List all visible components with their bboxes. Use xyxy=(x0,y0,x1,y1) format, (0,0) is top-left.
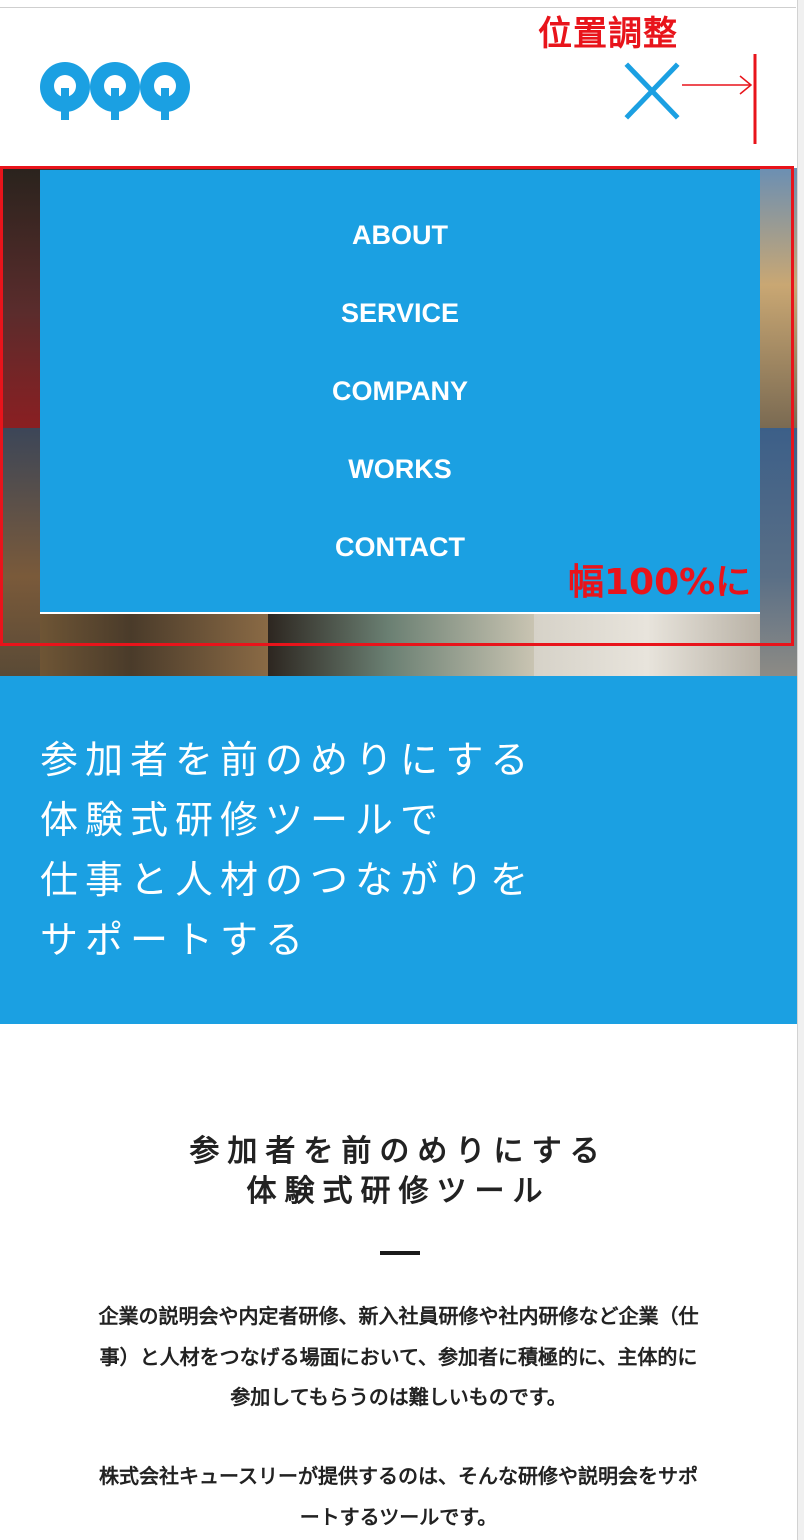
site-logo[interactable] xyxy=(40,58,192,120)
catch-copy-section: 参加者を前のめりにする 体験式研修ツールで 仕事と人材のつながりを サポートする xyxy=(0,676,797,1024)
catch-copy-line: 体験式研修ツールで xyxy=(40,798,446,842)
annotation-arrow-icon xyxy=(682,54,757,144)
intro-paragraph-line: 参加してもらうのは難しいものです。 xyxy=(230,1385,567,1409)
annotation-position-adjust: 位置調整 xyxy=(538,14,678,54)
window-top-border xyxy=(0,0,796,8)
intro-paragraph-line: ートするツールです。 xyxy=(299,1505,498,1529)
intro-paragraph-line: 事）と人材をつなげる場面において、参加者に積極的に、主体的に xyxy=(99,1345,698,1369)
catch-copy-line: サポートする xyxy=(40,918,311,962)
intro-heading-line: 参加者を前のめりにする xyxy=(189,1134,608,1169)
intro-paragraph-line: 企業の説明会や内定者研修、新入社員研修や社内研修など企業（仕 xyxy=(98,1304,699,1328)
heading-divider xyxy=(380,1251,420,1255)
scrollbar-track[interactable] xyxy=(797,0,804,1540)
close-menu-button[interactable] xyxy=(620,60,684,122)
catch-copy-line: 仕事と人材のつながりを xyxy=(40,858,536,902)
annotation-full-width: 幅100%に xyxy=(568,562,752,603)
intro-heading-line: 体験式研修ツール xyxy=(246,1174,551,1209)
catch-copy-line: 参加者を前のめりにする xyxy=(40,738,536,782)
intro-paragraph-line: 株式会社キュースリーが提供するのは、そんな研修や説明会をサポ xyxy=(99,1464,698,1488)
close-icon xyxy=(624,62,680,120)
